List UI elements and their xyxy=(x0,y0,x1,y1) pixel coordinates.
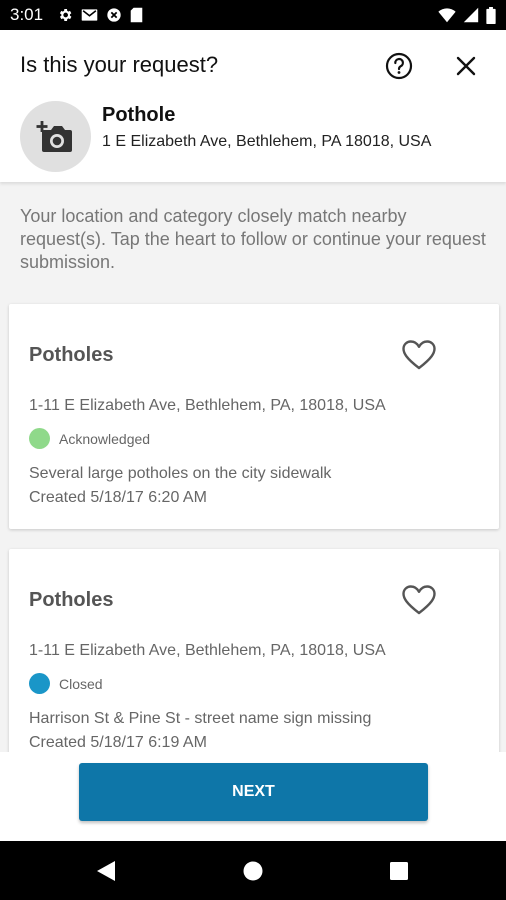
status-dot xyxy=(29,673,50,694)
battery-icon xyxy=(486,6,496,24)
request-address: 1 E Elizabeth Ave, Bethlehem, PA 18018, … xyxy=(102,133,432,150)
back-button[interactable] xyxy=(91,856,121,886)
signal-icon xyxy=(463,7,479,23)
request-category: Pothole xyxy=(102,104,176,126)
settings-icon xyxy=(57,7,73,23)
follow-button[interactable] xyxy=(400,581,438,619)
add-photo-button[interactable] xyxy=(20,101,91,172)
card-title: Potholes xyxy=(29,344,114,366)
help-circle-icon xyxy=(385,52,413,80)
card-created: Created 5/18/17 6:20 AM xyxy=(29,489,207,506)
card-created: Created 5/18/17 6:19 AM xyxy=(29,734,207,751)
request-card[interactable]: Potholes 1-11 E Elizabeth Ave, Bethlehem… xyxy=(9,549,499,752)
request-card[interactable]: Potholes 1-11 E Elizabeth Ave, Bethlehem… xyxy=(9,304,499,529)
wifi-icon xyxy=(438,7,456,23)
next-button[interactable]: NEXT xyxy=(79,763,428,821)
info-text: Your location and category closely match… xyxy=(20,206,486,272)
home-icon xyxy=(243,861,263,881)
status-badge: Closed xyxy=(29,673,103,694)
recents-button[interactable] xyxy=(384,856,414,886)
card-description: Harrison St & Pine St - street name sign… xyxy=(29,710,372,727)
heart-icon xyxy=(402,340,436,370)
notification-icons xyxy=(57,7,143,23)
status-dot xyxy=(29,428,50,449)
card-title: Potholes xyxy=(29,589,114,611)
close-button[interactable] xyxy=(450,50,482,82)
footer: NEXT xyxy=(0,752,506,841)
status-time: 3:01 xyxy=(10,5,44,24)
status-label: Closed xyxy=(59,675,103,692)
system-icons xyxy=(438,6,496,24)
follow-button[interactable] xyxy=(400,336,438,374)
add-photo-icon xyxy=(36,120,72,152)
status-bar: 3:01 xyxy=(0,0,506,30)
back-icon xyxy=(97,861,115,881)
recents-icon xyxy=(390,862,408,880)
card-address: 1-11 E Elizabeth Ave, Bethlehem, PA, 180… xyxy=(29,397,386,414)
sync-icon xyxy=(106,7,122,23)
home-button[interactable] xyxy=(238,856,268,886)
nearby-requests-list[interactable]: Your location and category closely match… xyxy=(0,182,506,752)
sd-card-icon xyxy=(130,7,143,23)
close-icon xyxy=(456,56,476,76)
page-title: Is this your request? xyxy=(20,52,219,77)
heart-icon xyxy=(402,585,436,615)
card-description: Several large potholes on the city sidew… xyxy=(29,465,332,482)
status-label: Acknowledged xyxy=(59,430,151,447)
card-address: 1-11 E Elizabeth Ave, Bethlehem, PA, 180… xyxy=(29,642,386,659)
navigation-bar xyxy=(0,841,506,900)
status-badge: Acknowledged xyxy=(29,428,150,449)
gmail-icon xyxy=(81,8,98,22)
request-header: Is this your request? Pothole 1 E Elizab… xyxy=(0,30,506,182)
help-button[interactable] xyxy=(383,50,415,82)
